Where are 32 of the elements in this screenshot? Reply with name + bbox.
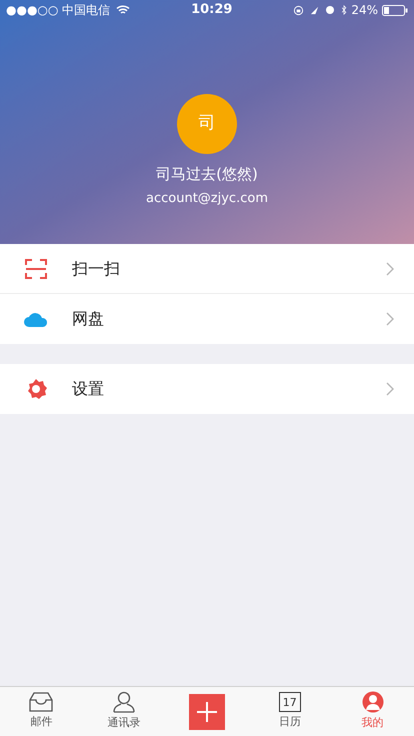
wifi-icon [116, 5, 130, 15]
cloud-icon [24, 311, 48, 327]
menu-label: 设置 [72, 378, 105, 400]
battery-text: 24% [351, 2, 378, 19]
chevron-icon [386, 382, 394, 396]
menu-label: 网盘 [72, 308, 105, 330]
bluetooth-icon [341, 4, 348, 16]
profile-icon [360, 691, 385, 714]
menu-label: 扫一扫 [72, 258, 121, 280]
rotation-lock-icon [293, 4, 304, 16]
battery-icon [382, 4, 408, 16]
person-icon [112, 691, 136, 714]
clock-text: 10:29 [191, 1, 232, 20]
calendar-icon: 17 [278, 692, 301, 712]
menu-item[interactable]: 扫一扫 [0, 244, 414, 294]
tab[interactable]: 17 日历 [248, 687, 332, 736]
chevron-icon [386, 312, 394, 326]
settings-icon [25, 378, 47, 400]
chevron-icon [386, 262, 394, 276]
carrier-text: ●●●○○ 中国电信 [6, 2, 110, 19]
menu-item[interactable]: 网盘 [0, 294, 414, 344]
add-button[interactable] [188, 694, 225, 730]
menu-item[interactable]: 设置 [0, 364, 414, 414]
tab[interactable]: 我的 [331, 687, 414, 736]
inbox-icon [29, 692, 54, 712]
user-email: account@zjyc.com [146, 190, 268, 208]
tab[interactable]: 邮件 [0, 687, 83, 736]
tab[interactable]: 通讯录 [82, 687, 166, 736]
scan-icon [25, 258, 47, 278]
plus-icon [196, 702, 217, 722]
user-name: 司马过去(悠然) [156, 164, 258, 185]
location-icon [310, 6, 320, 14]
